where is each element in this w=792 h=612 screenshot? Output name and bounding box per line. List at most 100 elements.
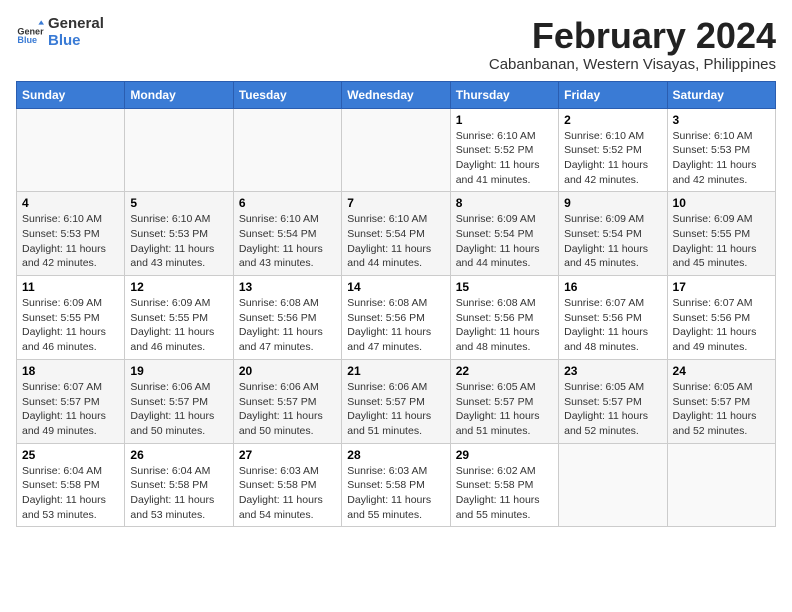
day-info: Sunrise: 6:10 AM Sunset: 5:53 PM Dayligh… xyxy=(22,212,119,271)
day-number: 20 xyxy=(239,364,336,378)
calendar-cell: 26 Sunrise: 6:04 AM Sunset: 5:58 PM Dayli… xyxy=(125,443,233,527)
calendar-cell: 4Sunrise: 6:10 AM Sunset: 5:53 PM Daylig… xyxy=(17,192,125,276)
day-info: Sunrise: 6:06 AM Sunset: 5:57 PM Dayligh… xyxy=(239,380,336,439)
day-info: Sunrise: 6:08 AM Sunset: 5:56 PM Dayligh… xyxy=(347,296,444,355)
calendar-cell: 5 Sunrise: 6:10 AM Sunset: 5:53 PM Daylig… xyxy=(125,192,233,276)
day-number: 12 xyxy=(130,280,227,294)
day-number: 11 xyxy=(22,280,119,294)
day-info: Sunrise: 6:07 AM Sunset: 5:57 PM Dayligh… xyxy=(22,380,119,439)
day-number: 24 xyxy=(673,364,770,378)
calendar-cell: 21 Sunrise: 6:06 AM Sunset: 5:57 PM Dayli… xyxy=(342,359,450,443)
week-row-2: 11 Sunrise: 6:09 AM Sunset: 5:55 PM Dayli… xyxy=(17,276,776,360)
day-number: 14 xyxy=(347,280,444,294)
day-number: 15 xyxy=(456,280,553,294)
location-subtitle: Cabanbanan, Western Visayas, Philippines xyxy=(489,56,776,73)
calendar-cell xyxy=(17,108,125,192)
day-info: Sunrise: 6:09 AM Sunset: 5:55 PM Dayligh… xyxy=(673,212,770,271)
day-info: Sunrise: 6:09 AM Sunset: 5:55 PM Dayligh… xyxy=(22,296,119,355)
day-number: 10 xyxy=(673,196,770,210)
month-year-title: February 2024 xyxy=(489,16,776,56)
day-info: Sunrise: 6:05 AM Sunset: 5:57 PM Dayligh… xyxy=(456,380,553,439)
header-day-saturday: Saturday xyxy=(667,81,775,108)
day-number: 18 xyxy=(22,364,119,378)
day-number: 25 xyxy=(22,448,119,462)
day-info: Sunrise: 6:06 AM Sunset: 5:57 PM Dayligh… xyxy=(347,380,444,439)
header-day-friday: Friday xyxy=(559,81,667,108)
calendar-cell: 11 Sunrise: 6:09 AM Sunset: 5:55 PM Dayli… xyxy=(17,276,125,360)
day-info: Sunrise: 6:06 AM Sunset: 5:57 PM Dayligh… xyxy=(130,380,227,439)
calendar-cell: 28 Sunrise: 6:03 AM Sunset: 5:58 PM Dayli… xyxy=(342,443,450,527)
title-block: February 2024 Cabanbanan, Western Visaya… xyxy=(489,16,776,73)
day-info: Sunrise: 6:09 AM Sunset: 5:54 PM Dayligh… xyxy=(564,212,661,271)
calendar-cell: 9Sunrise: 6:09 AM Sunset: 5:54 PM Daylig… xyxy=(559,192,667,276)
day-info: Sunrise: 6:10 AM Sunset: 5:54 PM Dayligh… xyxy=(347,212,444,271)
day-info: Sunrise: 6:04 AM Sunset: 5:58 PM Dayligh… xyxy=(130,464,227,523)
calendar-cell: 12Sunrise: 6:09 AM Sunset: 5:55 PM Dayli… xyxy=(125,276,233,360)
day-info: Sunrise: 6:10 AM Sunset: 5:52 PM Dayligh… xyxy=(456,129,553,188)
calendar-cell: 23Sunrise: 6:05 AM Sunset: 5:57 PM Dayli… xyxy=(559,359,667,443)
calendar-cell: 22Sunrise: 6:05 AM Sunset: 5:57 PM Dayli… xyxy=(450,359,558,443)
calendar-cell: 15 Sunrise: 6:08 AM Sunset: 5:56 PM Dayli… xyxy=(450,276,558,360)
day-info: Sunrise: 6:02 AM Sunset: 5:58 PM Dayligh… xyxy=(456,464,553,523)
day-number: 19 xyxy=(130,364,227,378)
day-number: 1 xyxy=(456,113,553,127)
calendar-cell: 1 Sunrise: 6:10 AM Sunset: 5:52 PM Daylig… xyxy=(450,108,558,192)
day-info: Sunrise: 6:07 AM Sunset: 5:56 PM Dayligh… xyxy=(564,296,661,355)
logo-icon: General Blue xyxy=(16,19,44,47)
day-info: Sunrise: 6:05 AM Sunset: 5:57 PM Dayligh… xyxy=(673,380,770,439)
calendar-cell: 8 Sunrise: 6:09 AM Sunset: 5:54 PM Daylig… xyxy=(450,192,558,276)
calendar-cell: 29Sunrise: 6:02 AM Sunset: 5:58 PM Dayli… xyxy=(450,443,558,527)
day-info: Sunrise: 6:08 AM Sunset: 5:56 PM Dayligh… xyxy=(239,296,336,355)
calendar-table: SundayMondayTuesdayWednesdayThursdayFrid… xyxy=(16,81,776,528)
day-info: Sunrise: 6:08 AM Sunset: 5:56 PM Dayligh… xyxy=(456,296,553,355)
day-info: Sunrise: 6:09 AM Sunset: 5:54 PM Dayligh… xyxy=(456,212,553,271)
day-info: Sunrise: 6:10 AM Sunset: 5:53 PM Dayligh… xyxy=(130,212,227,271)
week-row-3: 18 Sunrise: 6:07 AM Sunset: 5:57 PM Dayli… xyxy=(17,359,776,443)
svg-text:Blue: Blue xyxy=(17,34,37,44)
day-number: 13 xyxy=(239,280,336,294)
calendar-cell xyxy=(559,443,667,527)
day-info: Sunrise: 6:10 AM Sunset: 5:52 PM Dayligh… xyxy=(564,129,661,188)
header-row: SundayMondayTuesdayWednesdayThursdayFrid… xyxy=(17,81,776,108)
day-number: 28 xyxy=(347,448,444,462)
calendar-cell: 17Sunrise: 6:07 AM Sunset: 5:56 PM Dayli… xyxy=(667,276,775,360)
calendar-cell: 10 Sunrise: 6:09 AM Sunset: 5:55 PM Dayli… xyxy=(667,192,775,276)
day-number: 26 xyxy=(130,448,227,462)
calendar-cell xyxy=(667,443,775,527)
day-info: Sunrise: 6:10 AM Sunset: 5:53 PM Dayligh… xyxy=(673,129,770,188)
calendar-cell xyxy=(233,108,341,192)
calendar-cell: 7 Sunrise: 6:10 AM Sunset: 5:54 PM Daylig… xyxy=(342,192,450,276)
day-number: 27 xyxy=(239,448,336,462)
calendar-cell: 25 Sunrise: 6:04 AM Sunset: 5:58 PM Dayli… xyxy=(17,443,125,527)
day-number: 7 xyxy=(347,196,444,210)
calendar-cell: 19 Sunrise: 6:06 AM Sunset: 5:57 PM Dayli… xyxy=(125,359,233,443)
day-number: 3 xyxy=(673,113,770,127)
calendar-cell xyxy=(125,108,233,192)
calendar-cell: 16Sunrise: 6:07 AM Sunset: 5:56 PM Dayli… xyxy=(559,276,667,360)
day-info: Sunrise: 6:03 AM Sunset: 5:58 PM Dayligh… xyxy=(347,464,444,523)
day-info: Sunrise: 6:10 AM Sunset: 5:54 PM Dayligh… xyxy=(239,212,336,271)
week-row-0: 1 Sunrise: 6:10 AM Sunset: 5:52 PM Daylig… xyxy=(17,108,776,192)
page-header: General Blue General Blue February 2024 … xyxy=(16,16,776,73)
header-day-wednesday: Wednesday xyxy=(342,81,450,108)
calendar-cell: 20 Sunrise: 6:06 AM Sunset: 5:57 PM Dayli… xyxy=(233,359,341,443)
day-number: 17 xyxy=(673,280,770,294)
day-number: 5 xyxy=(130,196,227,210)
header-day-monday: Monday xyxy=(125,81,233,108)
day-number: 21 xyxy=(347,364,444,378)
calendar-cell: 27 Sunrise: 6:03 AM Sunset: 5:58 PM Dayli… xyxy=(233,443,341,527)
calendar-cell: 13 Sunrise: 6:08 AM Sunset: 5:56 PM Dayli… xyxy=(233,276,341,360)
logo-general: General xyxy=(48,16,104,33)
header-day-thursday: Thursday xyxy=(450,81,558,108)
day-number: 2 xyxy=(564,113,661,127)
header-day-sunday: Sunday xyxy=(17,81,125,108)
calendar-cell: 14 Sunrise: 6:08 AM Sunset: 5:56 PM Dayli… xyxy=(342,276,450,360)
day-number: 8 xyxy=(456,196,553,210)
logo: General Blue General Blue xyxy=(16,16,104,49)
day-info: Sunrise: 6:04 AM Sunset: 5:58 PM Dayligh… xyxy=(22,464,119,523)
calendar-cell: 18 Sunrise: 6:07 AM Sunset: 5:57 PM Dayli… xyxy=(17,359,125,443)
logo-blue: Blue xyxy=(48,33,104,50)
day-number: 23 xyxy=(564,364,661,378)
day-number: 6 xyxy=(239,196,336,210)
day-info: Sunrise: 6:03 AM Sunset: 5:58 PM Dayligh… xyxy=(239,464,336,523)
